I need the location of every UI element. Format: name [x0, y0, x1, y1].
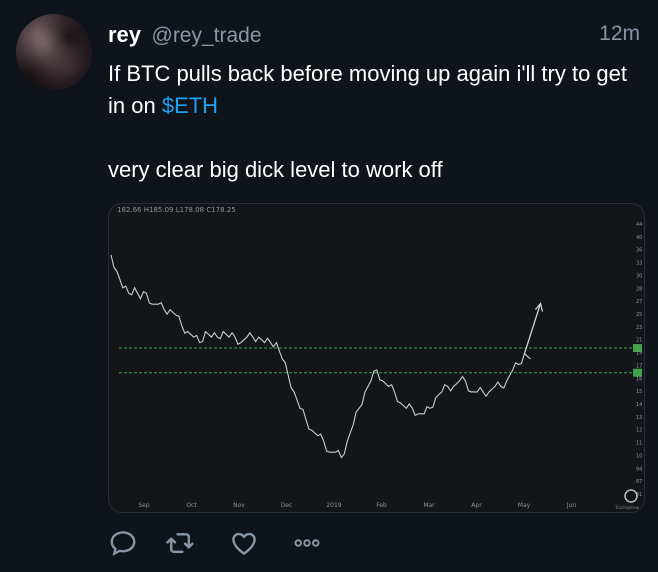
reply-icon — [110, 531, 136, 556]
tweet-text: If BTC pulls back before moving up again… — [108, 58, 643, 186]
y-tick-label: 40 — [636, 235, 642, 241]
reply-button[interactable] — [108, 528, 142, 560]
chart-image[interactable]: 182.66 H185.09 L178.08 C178.25 Sep Oct Nov… — [108, 203, 645, 513]
x-tick-label: Apr — [471, 502, 482, 509]
y-tick-label: 14 — [636, 402, 642, 408]
heart-icon — [232, 532, 256, 555]
x-tick-label: May — [518, 502, 531, 509]
more-icon — [294, 539, 320, 547]
like-button[interactable] — [229, 528, 263, 560]
tweet-text-part: very clear big dick level to work off — [108, 157, 443, 182]
x-tick-label: Mar — [423, 502, 435, 509]
y-tick-label: 27 — [636, 299, 642, 305]
user-handle[interactable]: @rey_trade — [152, 24, 262, 47]
y-tick-label: 28 — [636, 286, 642, 292]
price-series-line — [110, 254, 531, 459]
cashtag-link[interactable]: $ETH — [162, 93, 218, 118]
tweet-actions — [108, 528, 368, 560]
timestamp[interactable]: 12m — [599, 22, 640, 46]
y-tick-label: 13 — [636, 415, 642, 421]
y-tick-label: 16 — [636, 376, 642, 382]
y-tick-label: 19 — [636, 351, 642, 357]
more-button[interactable] — [292, 528, 326, 560]
y-tick-label: 94 — [636, 466, 642, 472]
y-tick-label: 23 — [636, 325, 642, 331]
y-tick-label: 21 — [636, 338, 642, 344]
y-tick-label: 87 — [636, 479, 642, 485]
x-tick-label: Sep — [138, 502, 150, 509]
x-tick-label: 2019 — [326, 502, 341, 509]
x-tick-label: Feb — [376, 502, 387, 509]
x-tick-label: Nov — [233, 502, 245, 509]
y-tick-label: 15 — [636, 389, 642, 395]
y-tick-label: 11 — [636, 441, 642, 447]
y-tick-label: 25 — [636, 312, 642, 318]
y-tick-label: 12 — [636, 428, 642, 434]
retweet-button[interactable] — [165, 528, 199, 560]
watermark-label: TradingView — [614, 505, 640, 510]
y-tick-label: 33 — [636, 261, 642, 267]
y-tick-label: 36 — [636, 248, 642, 254]
price-chart: Sep Oct Nov Dec 2019 Feb Mar Apr May Jun 44 40 36 33 3… — [110, 222, 642, 510]
display-name[interactable]: rey — [108, 22, 141, 47]
retweet-icon — [166, 533, 194, 553]
avatar-image — [16, 14, 92, 90]
y-tick-label: 30 — [636, 273, 642, 279]
y-tick-label: 10 — [636, 453, 642, 459]
projection-arrow-shaft — [523, 303, 542, 354]
y-tick-label: 44 — [636, 222, 642, 228]
avatar[interactable] — [16, 14, 92, 90]
x-tick-label: Oct — [186, 502, 197, 509]
x-tick-label: Jun — [566, 502, 577, 509]
x-tick-label: Dec — [281, 502, 293, 509]
tweet-header: rey @rey_trade 12m — [108, 22, 642, 52]
y-tick-label: 17 — [636, 363, 642, 369]
